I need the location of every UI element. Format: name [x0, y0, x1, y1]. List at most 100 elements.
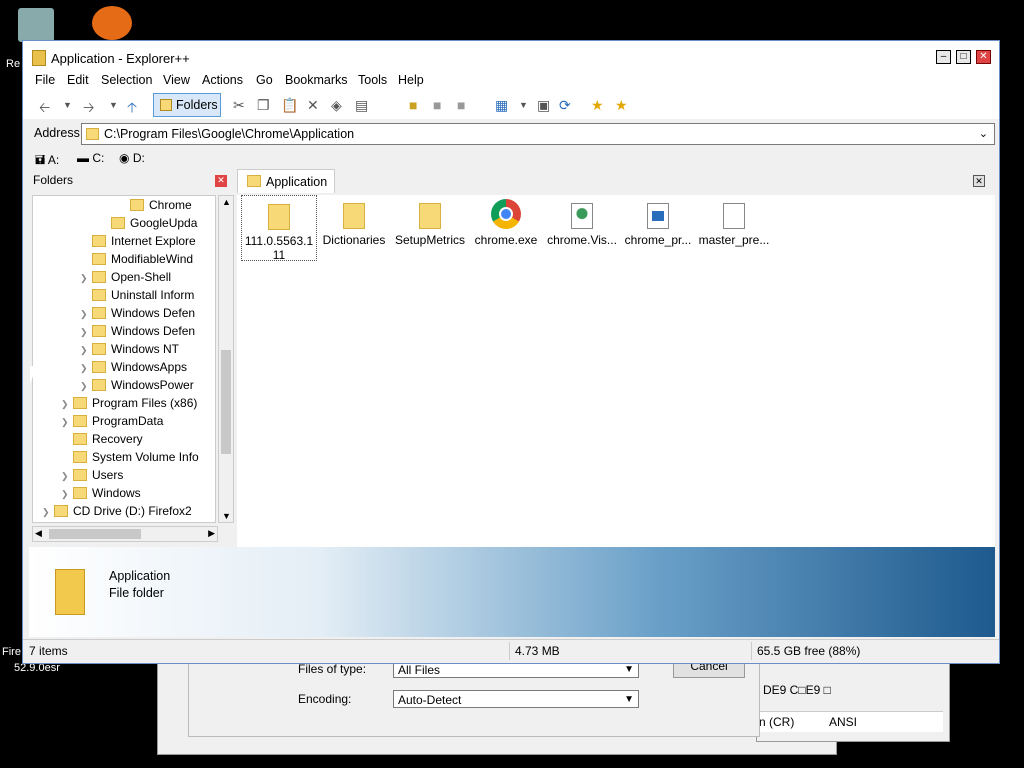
menu-edit[interactable]: Edit [67, 73, 89, 87]
tree-item[interactable]: ❯ Windows Defen [80, 304, 195, 322]
tab-application[interactable]: Application [237, 169, 335, 193]
file-item[interactable]: chrome_pr... [621, 195, 695, 247]
recycle-bin-icon[interactable] [18, 8, 54, 42]
tree-item[interactable]: Uninstall Inform [80, 286, 194, 304]
manifest-icon [571, 203, 593, 229]
tree-item[interactable]: GoogleUpda [99, 214, 197, 232]
properties-icon[interactable]: ▤ [355, 97, 368, 114]
chevron-down-icon[interactable]: ▼ [63, 100, 72, 110]
delete-icon[interactable]: ✕ [307, 97, 319, 114]
close-folders-pane-button[interactable]: ✕ [215, 175, 227, 187]
close-button[interactable]: ✕ [976, 50, 991, 64]
file-item[interactable]: chrome.exe [469, 195, 543, 247]
back-icon[interactable]: 🡠 [39, 97, 50, 121]
forward-icon[interactable]: 🡢 [83, 97, 94, 121]
tree-item[interactable]: ❯ WindowsPower [80, 376, 194, 394]
chevron-right-icon[interactable]: ❯ [61, 485, 71, 503]
chevron-right-icon[interactable]: ❯ [80, 359, 90, 377]
chevron-right-icon[interactable]: ❯ [61, 413, 71, 431]
tree-item[interactable]: ❯ Windows [61, 484, 141, 502]
paste-icon[interactable]: 📋 [281, 97, 298, 114]
menu-help[interactable]: Help [398, 73, 424, 87]
menu-selection[interactable]: Selection [101, 73, 152, 87]
drive-d-button[interactable]: ◉ D: [119, 151, 145, 165]
address-bar: Address C:\Program Files\Google\Chrome\A… [23, 121, 999, 147]
scroll-down-icon[interactable]: ▼ [222, 511, 231, 521]
tab-label: Application [266, 175, 328, 189]
firefox-desktop-icon[interactable] [92, 6, 132, 40]
new-folder-icon[interactable]: ■ [409, 97, 417, 113]
chevron-right-icon[interactable]: ❯ [80, 341, 90, 359]
bookmarks-icon[interactable]: ★ [615, 97, 628, 114]
chevron-right-icon[interactable]: ❯ [80, 269, 90, 287]
command-prompt-icon[interactable]: ▣ [537, 97, 550, 114]
chevron-right-icon[interactable]: ❯ [42, 503, 52, 521]
tree-item[interactable]: Recovery [61, 430, 143, 448]
tree-item[interactable]: ModifiableWind [80, 250, 193, 268]
tree-item[interactable]: Internet Explore [80, 232, 196, 250]
menu-bookmarks[interactable]: Bookmarks [285, 73, 348, 87]
up-icon[interactable]: 🡡 [127, 97, 137, 121]
copy-icon[interactable]: ❐ [257, 97, 270, 114]
chevron-right-icon[interactable]: ❯ [80, 323, 90, 341]
copy-to-folder-icon[interactable]: ■ [433, 97, 441, 113]
file-item[interactable]: SetupMetrics [393, 195, 467, 247]
delete-permanently-icon[interactable]: ◈ [331, 97, 342, 114]
file-item[interactable]: 111.0.5563.111 [241, 195, 317, 262]
menu-go[interactable]: Go [256, 73, 273, 87]
scrollbar-thumb[interactable] [49, 529, 141, 539]
scroll-right-icon[interactable]: ▶ [208, 528, 215, 539]
encoding-select[interactable]: Auto-Detect ▼ [393, 690, 639, 708]
file-item[interactable]: master_pre... [697, 195, 771, 247]
tree-item[interactable]: Chrome [118, 196, 192, 214]
refresh-icon[interactable]: ⟳ [559, 97, 571, 114]
title-bar[interactable]: Application - Explorer++ – □ ✕ [23, 41, 999, 71]
chevron-right-icon[interactable]: ❯ [61, 395, 71, 413]
tree-item[interactable]: ❯ Open-Shell [80, 268, 171, 286]
tree-vertical-scrollbar[interactable]: ▲ ▼ [218, 195, 234, 523]
tree-item[interactable]: ❯ Users [61, 466, 123, 484]
add-bookmark-icon[interactable]: ★ [591, 97, 604, 114]
close-tab-button[interactable]: ✕ [973, 175, 985, 187]
chevron-down-icon[interactable]: ▼ [109, 100, 118, 110]
menu-actions[interactable]: Actions [202, 73, 243, 87]
background-status: n (CR) ANSI [757, 711, 943, 732]
scroll-left-icon[interactable]: ◀ [35, 528, 42, 539]
address-input[interactable]: C:\Program Files\Google\Chrome\Applicati… [81, 123, 995, 145]
file-list[interactable]: 111.0.5563.111 Dictionaries SetupMetrics ch… [237, 195, 995, 547]
tree-item-label: Uninstall Inform [111, 288, 195, 302]
tree-item[interactable]: ❯ Windows NT [80, 340, 179, 358]
tree-item[interactable]: 3D Objects [42, 520, 132, 522]
folders-toggle-button[interactable]: Folders [153, 93, 221, 117]
scroll-up-icon[interactable]: ▲ [222, 197, 231, 207]
tree-item[interactable]: ❯ ProgramData [61, 412, 163, 430]
chevron-down-icon[interactable]: ▼ [519, 100, 528, 110]
desktop-icon-label: Re [6, 58, 21, 70]
tree-item-label: Open-Shell [111, 270, 172, 284]
tree-item[interactable]: ❯ Windows Defen [80, 322, 195, 340]
file-item[interactable]: chrome.Vis... [545, 195, 619, 247]
drive-c-button[interactable]: ▬ C: [77, 151, 104, 165]
menu-file[interactable]: File [35, 73, 55, 87]
move-to-folder-icon[interactable]: ■ [457, 97, 465, 113]
menu-tools[interactable]: Tools [358, 73, 387, 87]
menu-view[interactable]: View [163, 73, 190, 87]
views-icon[interactable]: ▦ [495, 97, 508, 114]
tree-item[interactable]: ❯ WindowsApps [80, 358, 187, 376]
chevron-right-icon[interactable]: ❯ [80, 377, 90, 395]
drive-a-button[interactable]: 🖬 A: [35, 151, 59, 172]
drive-c-label: C: [92, 151, 105, 165]
chevron-down-icon[interactable]: ⌄ [979, 127, 988, 140]
tree-horizontal-scrollbar[interactable]: ◀ ▶ [32, 526, 218, 542]
folder-tree[interactable]: Chrome GoogleUpda Internet Explore Modifiab… [32, 195, 216, 523]
tree-item[interactable]: ❯ Program Files (x86) [61, 394, 197, 412]
chevron-right-icon[interactable]: ❯ [80, 305, 90, 323]
tree-item[interactable]: ❯ CD Drive (D:) Firefox2 [42, 502, 192, 520]
chevron-right-icon[interactable]: ❯ [61, 467, 71, 485]
maximize-button[interactable]: □ [956, 50, 971, 64]
tree-item[interactable]: System Volume Info [61, 448, 199, 466]
file-item[interactable]: Dictionaries [317, 195, 391, 247]
cut-icon[interactable]: ✂ [233, 97, 245, 114]
scrollbar-thumb[interactable] [221, 350, 231, 454]
minimize-button[interactable]: – [936, 50, 951, 64]
